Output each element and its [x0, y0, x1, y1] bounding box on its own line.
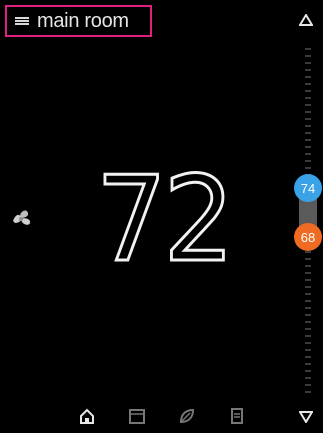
nav-energy-button[interactable] — [176, 405, 198, 427]
home-icon — [80, 408, 94, 424]
slider-tick — [305, 104, 311, 106]
slider-tick — [305, 90, 311, 92]
slider-tick — [305, 356, 311, 358]
heat-setpoint-handle[interactable]: 68 — [294, 223, 322, 251]
slider-tick — [305, 69, 311, 71]
room-name: main room — [37, 9, 129, 32]
slider-tick — [305, 349, 311, 351]
triangle-up-icon — [299, 14, 313, 26]
slider-tick — [305, 97, 311, 99]
slider-tick — [305, 279, 311, 281]
slider-tick — [305, 55, 311, 57]
schedule-icon — [129, 409, 145, 424]
nav-home-button[interactable] — [76, 405, 98, 427]
cool-setpoint-handle[interactable]: 74 — [294, 174, 322, 202]
slider-tick — [305, 370, 311, 372]
slider-tick — [305, 342, 311, 344]
room-selector[interactable]: main room — [5, 5, 152, 37]
slider-tick — [305, 48, 311, 50]
menu-icon[interactable] — [15, 16, 29, 26]
heat-setpoint-value: 68 — [300, 229, 316, 245]
triangle-down-icon — [299, 411, 313, 423]
slider-tick — [305, 83, 311, 85]
slider-tick — [305, 160, 311, 162]
slider-tick — [305, 258, 311, 260]
slider-tick — [305, 265, 311, 267]
slider-tick — [305, 300, 311, 302]
increase-setpoint-button[interactable] — [296, 9, 316, 31]
slider-tick — [305, 125, 311, 127]
slider-tick — [305, 293, 311, 295]
slider-tick — [305, 118, 311, 120]
bottom-navigation — [70, 405, 265, 429]
slider-tick — [305, 328, 311, 330]
nav-history-button[interactable] — [226, 405, 248, 427]
fan-icon-svg — [13, 210, 31, 225]
slider-tick — [305, 167, 311, 169]
slider-tick — [305, 139, 311, 141]
slider-tick — [305, 314, 311, 316]
slider-tick — [305, 251, 311, 253]
slider-tick — [305, 272, 311, 274]
decrease-setpoint-button[interactable] — [296, 406, 316, 428]
slider-tick — [305, 286, 311, 288]
slider-tick — [305, 384, 311, 386]
slider-tick — [305, 363, 311, 365]
fan-icon[interactable] — [9, 207, 35, 229]
slider-tick — [305, 335, 311, 337]
slider-tick — [305, 111, 311, 113]
slider-tick — [305, 146, 311, 148]
slider-tick — [305, 377, 311, 379]
slider-tick — [305, 307, 311, 309]
slider-tick — [305, 76, 311, 78]
slider-tick — [305, 321, 311, 323]
slider-tick — [305, 62, 311, 64]
slider-tick — [305, 391, 311, 393]
cool-setpoint-value: 74 — [300, 180, 316, 196]
current-temperature: 72 — [94, 150, 236, 288]
nav-schedule-button[interactable] — [126, 405, 148, 427]
document-icon — [231, 408, 243, 424]
slider-tick — [305, 132, 311, 134]
slider-tick — [305, 153, 311, 155]
leaf-icon — [179, 408, 195, 424]
